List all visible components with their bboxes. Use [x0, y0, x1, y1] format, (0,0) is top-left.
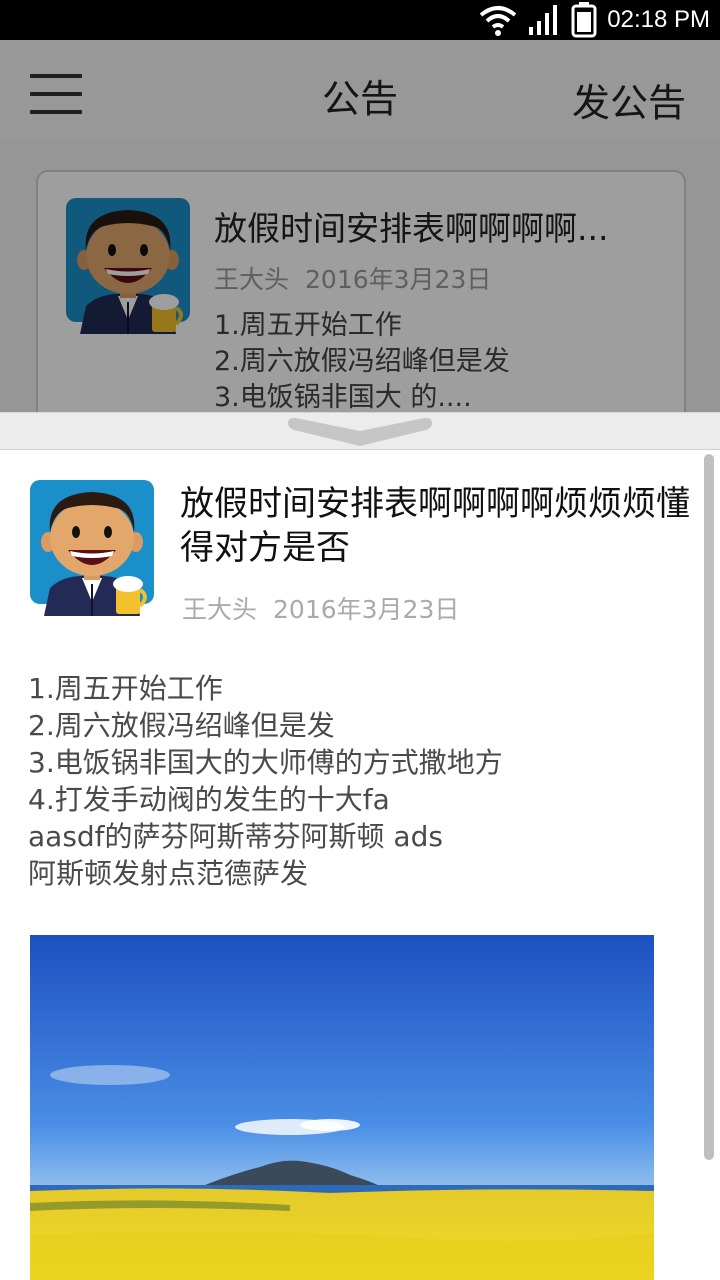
sheet-drag-handle[interactable]	[0, 412, 720, 450]
dim-overlay[interactable]	[0, 40, 720, 412]
app-screen: 02:18 PM 公告 发公告 放假时间安排表啊啊啊啊... 王大头 2016年3…	[0, 0, 720, 1280]
scrollbar[interactable]	[704, 454, 714, 1160]
battery-icon	[571, 2, 597, 38]
status-time: 02:18 PM	[607, 6, 710, 33]
detail-meta: 王大头 2016年3月23日	[182, 590, 459, 626]
landscape-photo	[30, 935, 654, 1280]
detail-date: 2016年3月23日	[273, 595, 460, 624]
signal-icon	[527, 3, 561, 37]
avatar	[30, 480, 154, 620]
announcement-detail-sheet: 放假时间安排表啊啊啊啊烦烦烦懂得对方是否 王大头 2016年3月23日 1.周五开…	[0, 450, 720, 1280]
detail-body: 1.周五开始工作 2.周六放假冯绍峰但是发 3.电饭锅非国大的大师傅的方式撒地方…	[28, 672, 503, 890]
detail-title: 放假时间安排表啊啊啊啊烦烦烦懂得对方是否	[180, 484, 690, 568]
detail-author: 王大头	[182, 595, 258, 624]
status-bar: 02:18 PM	[0, 0, 720, 40]
wifi-icon	[479, 3, 517, 37]
chevron-down-icon	[288, 417, 432, 446]
